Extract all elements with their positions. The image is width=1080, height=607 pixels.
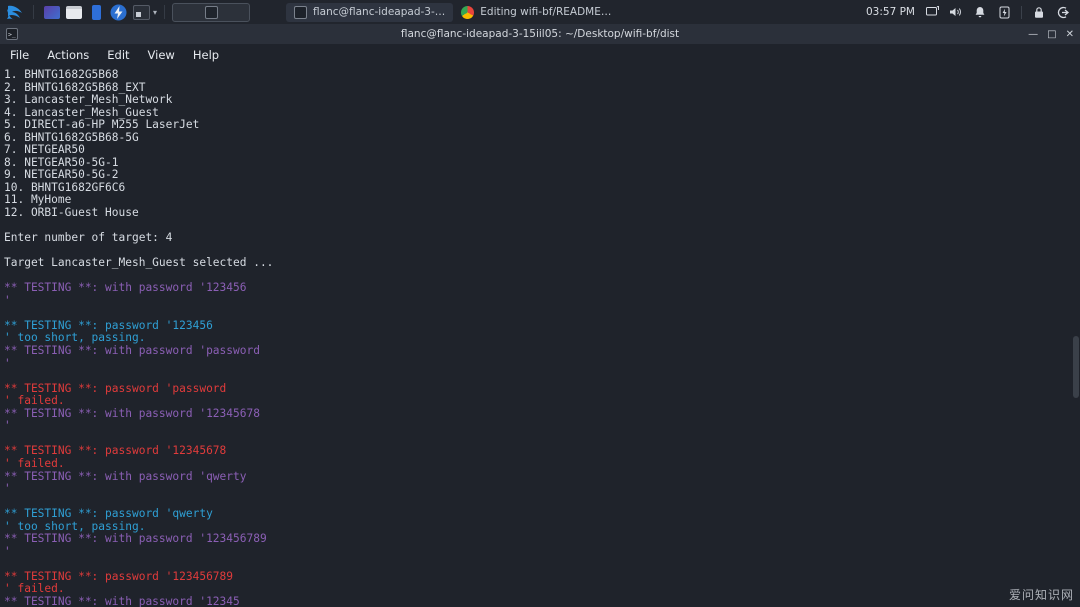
terminal-window: >_ flanc@flanc-ideapad-3-15iil05: ~/Desk… [0,24,1080,607]
minimize-button[interactable]: — [1028,29,1038,40]
globe-browser-icon [44,5,60,19]
launcher-files[interactable] [63,0,85,24]
window-task-list: flanc@flanc-ideapad-3-… Editing wifi-bf/… [172,0,866,24]
network-list-item: 6. BHNTG1682G5B68-5G [4,130,139,144]
panel-left-group: ▾ [0,0,172,24]
network-list-item: 8. NETGEAR50-5G-1 [4,155,119,169]
terminal-icon [204,5,218,19]
notifications-bell-icon[interactable] [973,5,987,19]
folder-icon [66,5,82,19]
task-terminal-pinned[interactable] [172,2,251,22]
terminal-menubar: File Actions Edit View Help [0,44,1080,66]
chrome-icon [461,5,475,19]
network-list-item: 12. ORBI-Guest House [4,206,139,220]
display-icon[interactable] [925,5,939,19]
log-line: ' failed. [4,394,65,408]
log-line: ** TESTING **: password '123456789 [4,569,234,583]
task-label: flanc@flanc-ideapad-3-… [313,6,446,18]
log-line: ** TESTING **: password 'password [4,381,227,395]
log-line: ** TESTING **: with password 'password [4,344,260,358]
menu-help[interactable]: Help [193,48,219,62]
log-line: ** TESTING **: password '12345678 [4,444,227,458]
network-list-item: 11. MyHome [4,193,72,207]
terminal-blue-icon [91,4,101,20]
maximize-button[interactable]: □ [1047,29,1056,40]
target-prompt: Enter number of target: 4 [4,231,173,245]
log-line: ** TESTING **: with password '12345678 [4,406,260,420]
volume-icon[interactable] [949,5,963,19]
svg-text:>_: >_ [8,31,16,39]
menu-edit[interactable]: Edit [107,48,129,62]
chevron-down-icon[interactable]: ▾ [153,8,157,17]
logout-icon[interactable] [1056,5,1070,19]
panel-right-group: 03:57 PM [866,0,1080,24]
menu-file[interactable]: File [10,48,29,62]
network-list-item: 10. BHNTG1682GF6C6 [4,180,126,194]
log-line: ' [4,293,11,307]
panel-separator [33,5,38,19]
workspace-switcher[interactable]: ▾ [129,0,161,24]
close-button[interactable]: ✕ [1066,29,1074,40]
lock-screen-icon[interactable] [1032,5,1046,19]
terminal-title-text: flanc@flanc-ideapad-3-15iil05: ~/Desktop… [400,28,680,40]
lightning-icon [110,4,126,20]
network-list-item: 9. NETGEAR50-5G-2 [4,168,119,182]
log-line: ' [4,544,11,558]
network-list-item: 7. NETGEAR50 [4,143,85,157]
log-line: ' failed. [4,456,65,470]
task-label: Editing wifi-bf/README… [480,6,612,18]
log-line: ** TESTING **: with password '12345 [4,594,240,607]
log-line: ' [4,482,11,496]
log-line: ** TESTING **: password 'qwerty [4,507,213,521]
log-line: ' [4,419,11,433]
launcher-flash[interactable] [107,0,129,24]
screen-root: ‹ The MIT License | Open… ✕ Editing wifi… [0,0,1080,607]
top-panel: ▾ flanc@flanc-ideapad-3-… Editing wifi-b… [0,0,1080,24]
terminal-scrollbar[interactable] [1073,336,1079,398]
log-line: ** TESTING **: password '123456 [4,318,213,332]
terminal-titlebar[interactable]: >_ flanc@flanc-ideapad-3-15iil05: ~/Desk… [0,24,1080,44]
watermark: 爱问知识网 [1008,588,1074,602]
network-list-item: 5. DIRECT-a6-HP M255 LaserJet [4,118,200,132]
launcher-browser[interactable] [41,0,63,24]
network-list-item: 3. Lancaster_Mesh_Network [4,93,173,107]
target-selected: Target Lancaster_Mesh_Guest selected ... [4,256,274,270]
log-line: ** TESTING **: with password '123456 [4,281,247,295]
panel-separator [164,5,169,19]
log-line: ' [4,356,11,370]
log-line: ** TESTING **: with password '123456789 [4,532,267,546]
menu-actions[interactable]: Actions [47,48,89,62]
task-chrome[interactable]: Editing wifi-bf/README… [453,3,619,22]
battery-icon[interactable] [997,5,1011,19]
tray-separator [1021,5,1022,19]
task-terminal[interactable]: flanc@flanc-ideapad-3-… [286,2,454,22]
terminal-output[interactable]: 1. BHNTG1682G5B68 2. BHNTG1682G5B68_EXT … [0,66,1080,607]
window-controls: — □ ✕ [1028,24,1074,44]
menu-view[interactable]: View [148,48,175,62]
workspace-box[interactable] [133,4,150,20]
terminal-icon: >_ [6,28,18,40]
clock[interactable]: 03:57 PM [866,6,915,18]
terminal-icon [294,5,308,19]
kali-dragon-icon[interactable] [0,0,30,24]
network-list-item: 1. BHNTG1682G5B68 [4,68,119,81]
launcher-terminal-alt[interactable] [85,0,107,24]
log-line: ** TESTING **: with password 'qwerty [4,469,247,483]
